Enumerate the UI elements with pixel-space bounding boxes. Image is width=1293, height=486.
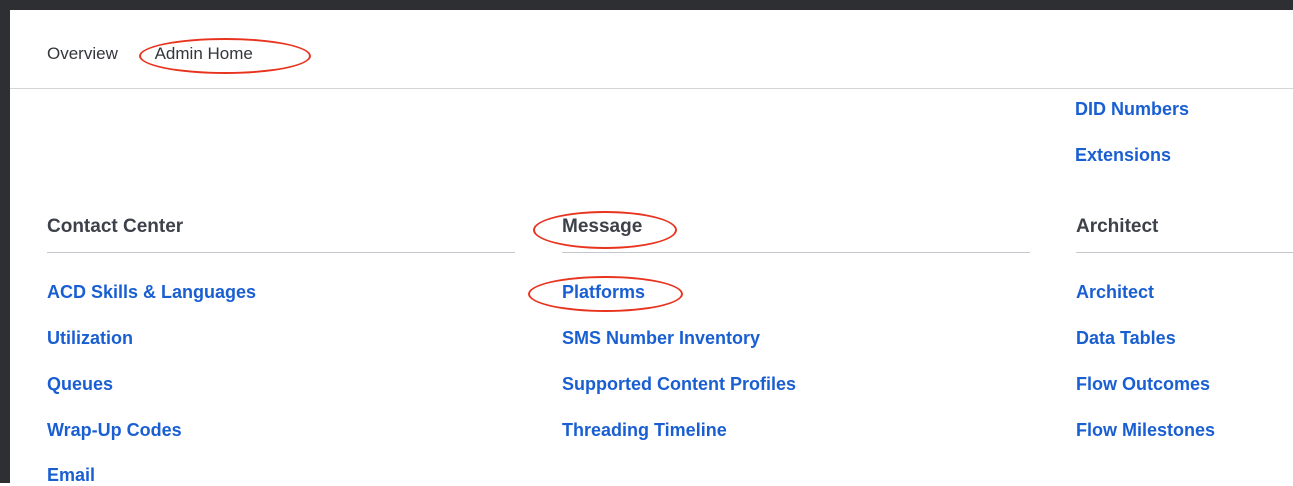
section-divider-contact-center	[47, 252, 515, 253]
link-threading-timeline[interactable]: Threading Timeline	[562, 420, 727, 441]
link-queues[interactable]: Queues	[47, 374, 113, 395]
link-acd-skills-languages[interactable]: ACD Skills & Languages	[47, 282, 256, 303]
link-supported-content-profiles[interactable]: Supported Content Profiles	[562, 374, 796, 395]
breadcrumb-admin-home: Admin Home	[154, 44, 253, 63]
section-divider-message	[562, 252, 1030, 253]
breadcrumb-overview[interactable]: Overview	[47, 44, 118, 64]
section-heading-contact-center: Contact Center	[47, 216, 184, 237]
link-sms-number-inventory[interactable]: SMS Number Inventory	[562, 328, 760, 349]
link-data-tables[interactable]: Data Tables	[1076, 328, 1176, 349]
link-did-numbers[interactable]: DID Numbers	[1075, 99, 1189, 120]
window-frame-top	[0, 0, 1293, 10]
section-heading-message: Message	[562, 216, 643, 237]
link-flow-outcomes[interactable]: Flow Outcomes	[1076, 374, 1210, 395]
section-divider-architect	[1076, 252, 1293, 253]
breadcrumb: Overview Admin Home	[47, 44, 253, 64]
link-platforms[interactable]: Platforms	[562, 282, 645, 303]
window-frame-left	[0, 0, 10, 483]
link-utilization[interactable]: Utilization	[47, 328, 133, 349]
link-extensions[interactable]: Extensions	[1075, 145, 1171, 166]
link-architect[interactable]: Architect	[1076, 282, 1154, 303]
link-wrap-up-codes[interactable]: Wrap-Up Codes	[47, 420, 182, 441]
section-heading-architect: Architect	[1076, 216, 1159, 237]
header-divider	[10, 88, 1293, 89]
link-flow-milestones[interactable]: Flow Milestones	[1076, 420, 1215, 441]
